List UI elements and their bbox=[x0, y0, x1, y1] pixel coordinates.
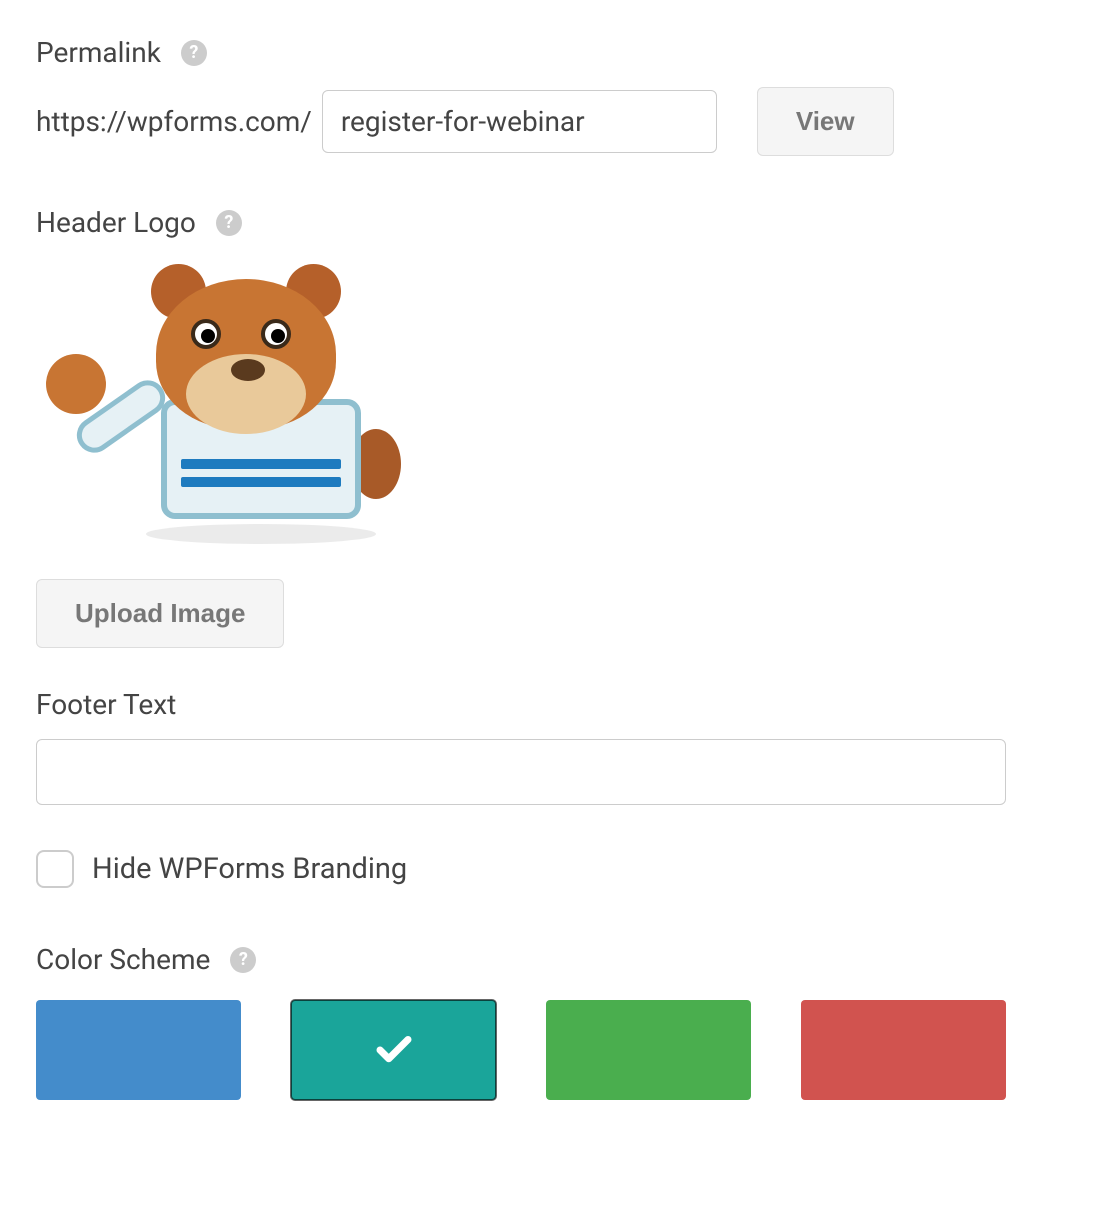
footer-text-input[interactable] bbox=[36, 739, 1006, 805]
color-swatch-blue[interactable] bbox=[36, 1000, 241, 1100]
hide-branding-row: Hide WPForms Branding bbox=[36, 850, 1080, 888]
color-swatches bbox=[36, 1000, 1080, 1100]
header-logo-preview bbox=[36, 259, 366, 549]
color-scheme-section: Color Scheme ? bbox=[36, 943, 1080, 1100]
color-scheme-label: Color Scheme ? bbox=[36, 943, 1080, 976]
header-logo-label-text: Header Logo bbox=[36, 206, 196, 239]
upload-image-button[interactable]: Upload Image bbox=[36, 579, 284, 648]
permalink-row: https://wpforms.com/ View bbox=[36, 87, 1080, 156]
permalink-base-url: https://wpforms.com/ bbox=[36, 105, 312, 138]
header-logo-label: Header Logo ? bbox=[36, 206, 1080, 239]
header-logo-section: Header Logo ? Upload Image bbox=[36, 206, 1080, 648]
help-icon[interactable]: ? bbox=[216, 210, 242, 236]
color-scheme-label-text: Color Scheme bbox=[36, 943, 210, 976]
hide-branding-label: Hide WPForms Branding bbox=[92, 852, 407, 886]
footer-text-section: Footer Text bbox=[36, 688, 1080, 805]
help-icon[interactable]: ? bbox=[230, 947, 256, 973]
mascot-image bbox=[36, 259, 366, 549]
view-button[interactable]: View bbox=[757, 87, 894, 156]
check-icon bbox=[373, 1029, 415, 1071]
footer-text-label: Footer Text bbox=[36, 688, 1080, 721]
permalink-slug-input[interactable] bbox=[322, 90, 717, 153]
help-icon[interactable]: ? bbox=[181, 40, 207, 66]
permalink-label: Permalink ? bbox=[36, 36, 1080, 69]
color-swatch-green[interactable] bbox=[546, 1000, 751, 1100]
permalink-label-text: Permalink bbox=[36, 36, 161, 69]
color-swatch-teal[interactable] bbox=[291, 1000, 496, 1100]
hide-branding-checkbox[interactable] bbox=[36, 850, 74, 888]
footer-text-label-text: Footer Text bbox=[36, 688, 176, 721]
color-swatch-red[interactable] bbox=[801, 1000, 1006, 1100]
